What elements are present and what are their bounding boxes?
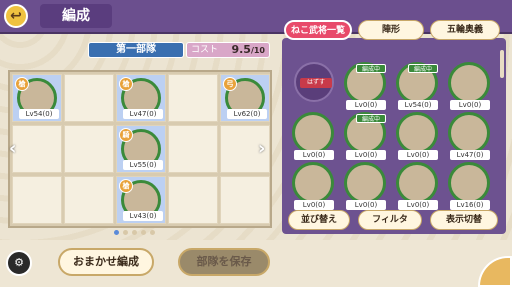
roster-cat-general[interactable]: Lv0(0): [394, 110, 442, 160]
menu-icon[interactable]: ⚙: [6, 250, 32, 276]
level-label: Lv55(0): [123, 160, 163, 170]
formation-cell[interactable]: [64, 176, 114, 224]
unit-name-banner: 第一部隊: [88, 42, 184, 58]
roster-cat-general[interactable]: Lv0(0): [394, 160, 442, 210]
in-formation-ribbon: 編成中: [356, 114, 386, 123]
save-unit-button[interactable]: 部隊を保存: [178, 248, 270, 276]
roster-cat-general[interactable]: 編成中 Lv54(0): [394, 60, 442, 110]
formation-cell[interactable]: [220, 176, 270, 224]
formation-cell[interactable]: [168, 74, 218, 122]
level-label: Lv0(0): [398, 150, 438, 160]
level-label: Lv54(0): [19, 109, 59, 119]
class-badge: 槍: [15, 77, 29, 91]
page-dot: [141, 230, 146, 235]
cat-general-portrait: [396, 162, 438, 204]
display-toggle-button[interactable]: 表示切替: [430, 210, 498, 230]
cat-general-portrait: [448, 162, 490, 204]
tab-gorin-ougi[interactable]: 五輪奥義: [430, 20, 500, 40]
formation-cell[interactable]: [64, 74, 114, 122]
level-label: Lv0(0): [450, 100, 490, 110]
page-dot: [132, 230, 137, 235]
cat-general-portrait: [292, 162, 334, 204]
level-label: Lv0(0): [398, 200, 438, 210]
next-page-arrow[interactable]: ›: [258, 138, 270, 159]
level-label: Lv47(0): [123, 109, 163, 119]
tab-cat-generals[interactable]: ねこ武将一覧: [284, 20, 352, 40]
roster-cat-general[interactable]: 編成中 Lv0(0): [342, 110, 390, 160]
cat-general-portrait: [292, 112, 334, 154]
formation-cell[interactable]: [168, 176, 218, 224]
roster-cat-general[interactable]: Lv0(0): [342, 160, 390, 210]
page-title: 編成: [40, 4, 112, 28]
roster-cat-general[interactable]: Lv16(0): [446, 160, 494, 210]
formation-cell[interactable]: [12, 176, 62, 224]
cat-general-portrait: [344, 162, 386, 204]
formation-cell[interactable]: [64, 125, 114, 173]
back-button[interactable]: ↩: [4, 4, 28, 28]
roster-cat-general[interactable]: Lv0(0): [290, 160, 338, 210]
class-badge: 槍: [119, 179, 133, 193]
level-label: Lv0(0): [346, 200, 386, 210]
level-label: Lv43(0): [123, 211, 163, 221]
formation-cell[interactable]: 弓 Lv62(0): [220, 74, 270, 122]
formation-cell[interactable]: 槍 Lv54(0): [12, 74, 62, 122]
cat-general-portrait: [448, 112, 490, 154]
roster-cat-general[interactable]: Lv0(0): [290, 110, 338, 160]
formation-cell[interactable]: [168, 125, 218, 173]
level-label: Lv0(0): [294, 150, 334, 160]
remove-slot[interactable]: はずす: [294, 62, 334, 102]
formation-cell[interactable]: 騎 Lv55(0): [116, 125, 166, 173]
in-formation-ribbon: 編成中: [408, 64, 438, 73]
roster-cat-general[interactable]: 編成中 Lv0(0): [342, 60, 390, 110]
cost-label: コスト: [191, 45, 219, 55]
cat-general-portrait: [448, 62, 490, 104]
roster-cat-general[interactable]: Lv47(0): [446, 110, 494, 160]
tab-formation[interactable]: 陣形: [358, 20, 424, 40]
prev-page-arrow[interactable]: ‹: [9, 138, 21, 159]
sort-button[interactable]: 並び替え: [288, 210, 350, 230]
level-label: Lv47(0): [450, 150, 490, 160]
level-label: Lv54(0): [398, 100, 438, 110]
in-formation-ribbon: 編成中: [356, 64, 386, 73]
level-label: Lv0(0): [346, 100, 386, 110]
remove-tag: はずす: [300, 78, 332, 88]
level-label: Lv0(0): [346, 150, 386, 160]
filter-button[interactable]: フィルタ: [358, 210, 422, 230]
page-indicator: [114, 230, 164, 236]
formation-cell[interactable]: 槍 Lv47(0): [116, 74, 166, 122]
class-badge: 弓: [223, 77, 237, 91]
level-label: Lv16(0): [450, 200, 490, 210]
cost-value: 9.5/10: [231, 43, 265, 56]
page-dot: [114, 230, 119, 235]
page-dot: [150, 230, 155, 235]
level-label: Lv0(0): [294, 200, 334, 210]
class-badge: 騎: [119, 128, 133, 142]
cost-display: コスト 9.5/10: [186, 42, 270, 58]
roster-cat-general[interactable]: Lv0(0): [446, 60, 494, 110]
formation-cell[interactable]: 槍 Lv43(0): [116, 176, 166, 224]
roster-scrollbar[interactable]: [500, 50, 504, 78]
cat-general-portrait: [396, 112, 438, 154]
page-dot: [123, 230, 128, 235]
formation-grid: 槍 Lv54(0) 槍 Lv47(0) 弓 Lv62(0) 騎 Lv55(0) 槍 Lv43(0): [8, 70, 272, 228]
level-label: Lv62(0): [227, 109, 267, 119]
auto-formation-button[interactable]: おまかせ編成: [58, 248, 154, 276]
class-badge: 槍: [119, 77, 133, 91]
